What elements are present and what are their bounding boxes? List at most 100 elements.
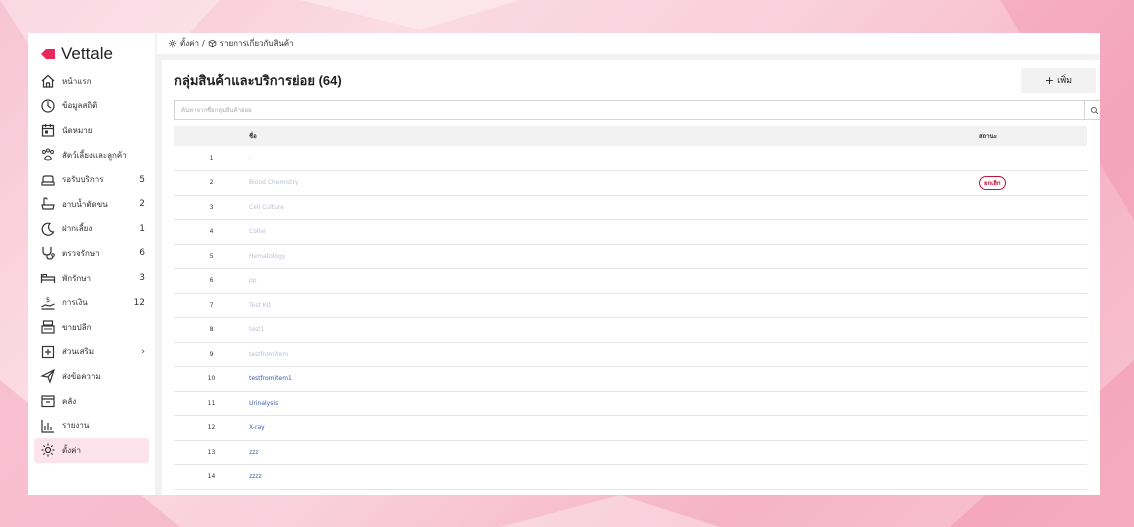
breadcrumb-current: รายการเกี่ยวกับสินค้า (219, 39, 294, 48)
sidebar-item-calendar[interactable]: นัดหมาย (34, 118, 149, 143)
app-name: Vettale (61, 44, 113, 63)
sidebar-item-gear[interactable]: ตั้งค่า (34, 437, 149, 463)
sidebar-item-label: พักรักษา (62, 273, 92, 283)
sidebar-item-inbox[interactable]: คลัง (34, 389, 149, 414)
row-index: 4 (174, 219, 249, 245)
table-row[interactable]: 4 Collar (174, 219, 1087, 245)
page-title: กลุ่มสินค้าและบริการย่อย (64) (174, 72, 342, 88)
subgroup-panel: กลุ่มสินค้าและบริการย่อย (64) + เพิ่ม ค้… (162, 60, 1100, 495)
row-index: 12 (174, 415, 249, 441)
panel-header: กลุ่มสินค้าและบริการย่อย (64) + เพิ่ม (162, 60, 1100, 100)
row-index: 7 (174, 293, 249, 318)
bed-icon (40, 270, 56, 286)
row-status (979, 293, 1087, 318)
sidebar-item-label: หน้าแรก (62, 76, 92, 86)
sidebar-item-label: ฝากเลี้ยง (62, 224, 93, 234)
dashboard-icon (40, 98, 56, 114)
breadcrumb: ตั้งค่า / รายการเกี่ยวกับสินค้า (157, 33, 1100, 54)
add-button-label: เพิ่ม (1057, 76, 1073, 86)
table-row[interactable]: 5 Hematology (174, 244, 1087, 269)
sidebar-item-bathtub[interactable]: อาบน้ำตัดขน 2 (34, 192, 149, 217)
sidebar-item-count: 6 (139, 248, 145, 259)
row-name[interactable]: Urinalysis (249, 391, 979, 416)
row-index: 5 (174, 244, 249, 269)
row-status (979, 146, 1087, 171)
subgroup-table: ชื่อ สถานะ 1-2 Blood Chemistry ยกเลิก 3 Cell… (174, 126, 1087, 490)
main-content: ตั้งค่า / รายการเกี่ยวกับสินค้า กลุ่มสิน… (155, 33, 1100, 495)
sidebar-item-sofa[interactable]: รอรับบริการ 5 (34, 167, 149, 192)
sidebar-item-bar-chart[interactable]: รายงาน (34, 413, 149, 438)
row-name[interactable]: testfromitem1 (249, 366, 979, 392)
sidebar-item-count: › (141, 346, 145, 357)
search-button[interactable] (1084, 100, 1100, 120)
inbox-icon (40, 393, 56, 409)
sidebar-nav: หน้าแรกข้อมูลสถิตินัดหมายสัตว์เลี้ยงและล… (34, 69, 149, 463)
row-name[interactable]: Test Kit (249, 293, 979, 318)
row-name[interactable]: test1 (249, 317, 979, 343)
sidebar-item-count: 12 (133, 297, 145, 308)
sidebar-item-label: ตรวจรักษา (62, 248, 100, 258)
row-name[interactable]: Collar (249, 219, 979, 245)
row-index: 3 (174, 195, 249, 220)
sidebar-item-label: ตั้งค่า (62, 445, 81, 455)
app-logo[interactable]: Vettale (34, 39, 149, 69)
breadcrumb-root[interactable]: ตั้งค่า (180, 37, 199, 50)
row-name[interactable]: Hematology (249, 244, 979, 269)
sidebar-item-label: นัดหมาย (62, 125, 93, 135)
table-row[interactable]: 8 test1 (174, 317, 1087, 343)
home-icon (40, 73, 56, 89)
table-row[interactable]: 9 testfromitem (174, 342, 1087, 367)
row-name[interactable]: - (249, 146, 979, 171)
row-name[interactable]: zzz (249, 440, 979, 465)
app-window: Vettale หน้าแรกข้อมูลสถิตินัดหมายสัตว์เล… (28, 33, 1100, 495)
sidebar-item-home[interactable]: หน้าแรก (34, 69, 149, 94)
sidebar-item-stethoscope[interactable]: ตรวจรักษา 6 (34, 241, 149, 266)
sidebar-item-bed[interactable]: พักรักษา 3 (34, 266, 149, 291)
sidebar-item-moon[interactable]: ฝากเลี้ยง 1 (34, 217, 149, 242)
sidebar-item-dashboard[interactable]: ข้อมูลสถิติ (34, 94, 149, 119)
row-name[interactable]: pp (249, 268, 979, 294)
row-name[interactable]: Blood Chemistry (249, 170, 979, 196)
row-index: 6 (174, 268, 249, 294)
sidebar-item-money-hand[interactable]: $ การเงิน 12 (34, 290, 149, 315)
sidebar-item-plus-box[interactable]: ส่วนเสริม › (34, 340, 149, 365)
row-name[interactable]: X-ray (249, 415, 979, 441)
sidebar-item-send[interactable]: ส่งข้อความ (34, 364, 149, 389)
table-row[interactable]: 13 zzz (174, 440, 1087, 465)
row-name[interactable]: testfromitem (249, 342, 979, 367)
search-input[interactable] (174, 100, 1084, 120)
sidebar-item-cash-register[interactable]: ขายปลีก (34, 315, 149, 340)
sidebar-item-label: ส่งข้อความ (62, 371, 101, 381)
table-row[interactable]: 2 Blood Chemistry ยกเลิก (174, 170, 1087, 196)
sidebar-item-label: ขายปลีก (62, 322, 92, 332)
row-status (979, 440, 1087, 465)
table-row[interactable]: 1- (174, 146, 1087, 171)
header-status[interactable]: สถานะ (979, 126, 1087, 146)
row-index: 13 (174, 440, 249, 465)
row-status (979, 366, 1087, 392)
table-row[interactable]: 12 X-ray (174, 415, 1087, 441)
table-row[interactable]: 14 zzzz (174, 464, 1087, 490)
row-status: ยกเลิก (979, 170, 1087, 196)
row-status (979, 342, 1087, 367)
sidebar: Vettale หน้าแรกข้อมูลสถิตินัดหมายสัตว์เล… (28, 33, 155, 495)
table-row[interactable]: 6 pp (174, 268, 1087, 294)
row-status (979, 219, 1087, 245)
sidebar-item-label: ข้อมูลสถิติ (62, 101, 98, 111)
add-button[interactable]: + เพิ่ม (1021, 67, 1096, 93)
header-name[interactable]: ชื่อ (249, 126, 979, 146)
table-row[interactable]: 10 testfromitem1 (174, 366, 1087, 392)
sidebar-item-label: ส่วนเสริม (62, 347, 95, 357)
table-row[interactable]: 7 Test Kit (174, 293, 1087, 318)
breadcrumb-separator: / (201, 39, 205, 48)
row-name[interactable]: zzzz (249, 464, 979, 490)
table-row[interactable]: 3 Cell Culture (174, 195, 1087, 220)
sidebar-item-paw[interactable]: สัตว์เลี้ยงและลูกค้า (34, 143, 149, 168)
heart-tag-icon (41, 49, 55, 59)
sidebar-item-label: สัตว์เลี้ยงและลูกค้า (62, 150, 127, 160)
paw-icon (40, 147, 56, 163)
table-row[interactable]: 11 Urinalysis (174, 391, 1087, 416)
row-name[interactable]: Cell Culture (249, 195, 979, 220)
sofa-icon (40, 172, 56, 188)
sidebar-item-label: อาบน้ำตัดขน (62, 199, 108, 209)
